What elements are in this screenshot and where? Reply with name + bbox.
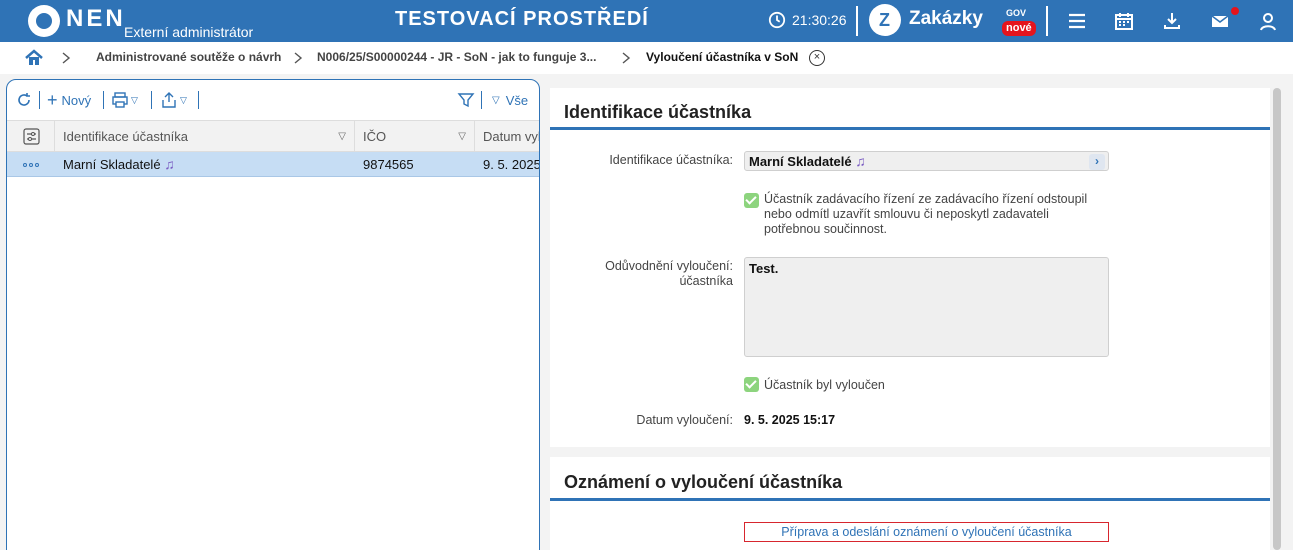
prepare-notification-button[interactable]: Příprava a odeslání oznámení o vyloučení… [744, 522, 1109, 542]
close-icon[interactable]: × [809, 50, 825, 66]
logo-subtitle: Externí administrátor [124, 24, 254, 40]
row-actions-icon[interactable] [23, 163, 39, 167]
reason-label-line2: účastníka [679, 274, 733, 288]
column-header-participant[interactable]: Identifikace účastníka ▽ [55, 121, 355, 152]
settings-sliders-icon [23, 128, 40, 145]
new-button-label: Nový [61, 92, 92, 108]
filter-icon[interactable] [457, 90, 475, 110]
grid-header: Identifikace účastníka ▽ IČO ▽ Datum vyl [7, 120, 540, 152]
scrollbar[interactable] [1273, 88, 1281, 550]
download-icon[interactable] [1161, 10, 1183, 32]
chevron-down-icon: ▽ [492, 94, 500, 106]
reason-textarea[interactable]: Test. [744, 257, 1109, 357]
zakazky-new-badge: nové [1002, 21, 1036, 36]
clock-time: 21:30:26 [792, 12, 847, 28]
environment-title: TESTOVACÍ PROSTŘEDÍ [395, 8, 649, 30]
zakazky-label[interactable]: Zakázky [909, 8, 983, 30]
list-toolbar: + Nový ▽ ▽ ▽ Vše [7, 80, 539, 120]
column-header-label: Datum vyl [483, 129, 540, 144]
chevron-right-icon [60, 51, 72, 65]
excluded-checkbox[interactable] [744, 377, 759, 392]
column-header-ico[interactable]: IČO ▽ [355, 121, 475, 152]
date-cell: 9. 5. 2025 [483, 157, 540, 172]
breadcrumb-current: Vyloučení účastníka v SoN [646, 50, 799, 64]
participant-field[interactable]: Marní Skladatelé ♫ › [744, 151, 1109, 171]
ico-cell: 9874565 [363, 157, 414, 172]
zakazky-logo-icon[interactable]: Z [869, 4, 901, 36]
plus-icon: + [47, 89, 58, 110]
section-title: Oznámení o vyloučení účastníka [564, 472, 843, 492]
participant-name: Marní Skladatelé [63, 157, 161, 172]
withdraw-checkbox[interactable] [744, 193, 759, 208]
column-header-date[interactable]: Datum vyl [475, 121, 540, 152]
share-icon [162, 92, 176, 108]
sort-icon[interactable]: ▽ [458, 121, 466, 152]
chevron-right-icon [292, 51, 304, 65]
participant-field-label: Identifikace účastníka: [609, 153, 733, 167]
participant-list-panel: + Nový ▽ ▽ ▽ Vše Identifikace účastníka … [6, 79, 540, 550]
chevron-right-icon [620, 51, 632, 65]
toolbar-separator [103, 91, 104, 109]
breadcrumb-item[interactable]: N006/25/S00000244 - JR - SoN - jak to fu… [317, 50, 596, 64]
notification-dot [1231, 7, 1239, 15]
withdraw-checkbox-label: Účastník zadávacího řízení ze zadávacího… [764, 192, 1088, 236]
home-icon[interactable] [24, 48, 44, 68]
header-divider [1046, 6, 1048, 36]
exclusion-date-value: 9. 5. 2025 15:17 [744, 413, 836, 427]
user-icon[interactable] [1257, 10, 1279, 32]
identification-section: Identifikace účastníka Identifikace účas… [550, 88, 1270, 447]
top-header: NEN Externí administrátor TESTOVACÍ PROS… [0, 0, 1293, 42]
calendar-icon[interactable] [1113, 10, 1135, 32]
refresh-icon[interactable] [15, 90, 33, 110]
table-row[interactable]: Marní Skladatelé ♫ 9874565 9. 5. 2025 [7, 152, 540, 177]
column-header-label: Identifikace účastníka [63, 129, 189, 144]
column-header-label: IČO [363, 129, 387, 144]
excluded-checkbox-label: Účastník byl vyloučen [764, 378, 885, 392]
toolbar-separator [151, 91, 152, 109]
header-divider [856, 6, 858, 36]
music-note-icon: ♫ [164, 156, 175, 172]
session-clock: 21:30:26 [768, 11, 847, 29]
toolbar-separator [481, 91, 482, 109]
exclusion-date-label: Datum vyloučení: [636, 413, 733, 427]
nen-logo-icon[interactable] [28, 5, 60, 37]
section-divider [550, 127, 1270, 130]
zakazky-gov: GOV [1006, 8, 1027, 18]
filter-select[interactable]: ▽ Vše [492, 90, 528, 110]
chevron-right-icon[interactable]: › [1089, 154, 1105, 170]
reason-label-line1: Odůvodnění vyloučení: [605, 259, 733, 273]
notification-section: Oznámení o vyloučení účastníka Příprava … [550, 457, 1270, 550]
music-note-icon: ♫ [855, 153, 866, 169]
new-button[interactable]: + Nový [47, 90, 91, 110]
section-title: Identifikace účastníka [564, 102, 752, 122]
clock-icon [768, 11, 786, 29]
participant-cell: Marní Skladatelé ♫ [55, 152, 355, 177]
menu-icon[interactable] [1066, 10, 1088, 32]
logo-text[interactable]: NEN [66, 5, 126, 33]
toolbar-separator [39, 91, 40, 109]
sort-icon[interactable]: ▽ [338, 121, 346, 152]
export-button[interactable]: ▽ [160, 90, 187, 110]
filter-select-label: Vše [505, 92, 529, 108]
mail-icon[interactable] [1209, 10, 1231, 32]
section-divider [550, 498, 1270, 501]
reason-field-label: Odůvodnění vyloučení: účastníka [550, 259, 733, 289]
participant-field-value: Marní Skladatelé [749, 154, 852, 169]
print-button[interactable]: ▽ [111, 90, 138, 110]
column-settings-button[interactable] [7, 121, 55, 152]
printer-icon [112, 92, 128, 108]
breadcrumb-item[interactable]: Administrované soutěže o návrh [96, 50, 281, 64]
breadcrumb: Administrované soutěže o návrh N006/25/S… [0, 42, 1293, 74]
detail-area: Identifikace účastníka Identifikace účas… [550, 88, 1270, 550]
toolbar-separator [198, 91, 199, 109]
